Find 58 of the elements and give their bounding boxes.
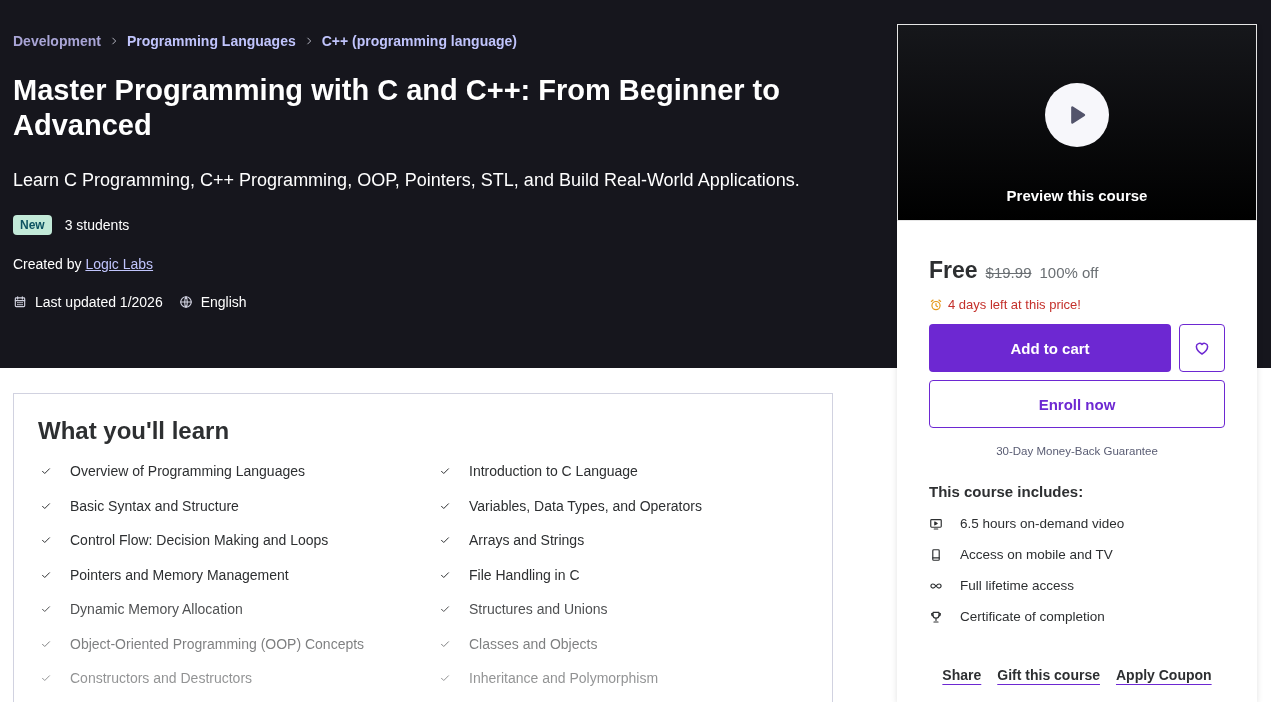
new-badge: New [13, 215, 52, 235]
video-preview[interactable]: Preview this course [897, 24, 1257, 221]
wishlist-button[interactable] [1179, 324, 1225, 372]
breadcrumb-link[interactable]: Programming Languages [126, 33, 296, 49]
action-link[interactable]: Gift this course [997, 667, 1100, 683]
check-icon [40, 534, 52, 546]
learning-outcome: Arrays and Strings [469, 531, 585, 550]
created-by-label: Created by [13, 256, 83, 272]
check-icon [40, 672, 52, 684]
deadline-notice: 4 days left at this price! [948, 297, 1081, 312]
calendar-icon [13, 295, 27, 309]
learning-outcome: Variables, Data Types, and Operators [469, 496, 702, 516]
check-icon [439, 603, 451, 615]
student-count: 3 students [64, 217, 130, 233]
learning-outcome: File Handling in C [469, 565, 580, 585]
learning-outcome: Inheritance and Polymorphism [469, 669, 659, 688]
included-feature: Full lifetime access [960, 577, 1075, 595]
check-icon [40, 603, 52, 615]
globe-icon [178, 295, 193, 309]
current-price: Free [929, 257, 978, 284]
check-icon [439, 534, 451, 546]
includes-heading: This course includes: [929, 483, 1085, 500]
learning-outcome: Basic Syntax and Structure [70, 496, 239, 516]
trophy-icon [929, 610, 943, 624]
breadcrumb-link[interactable]: C++ (programming language) [321, 33, 517, 49]
learning-outcome: Object-Oriented Programming (OOP) Concepts [70, 634, 365, 654]
preview-label: Preview this course [1006, 187, 1148, 204]
learning-outcome: Pointers and Memory Management [70, 565, 289, 585]
course-subtitle: Learn C Programming, C++ Programming, OOP, Pointers, STL, and Build Real-World Applications. [13, 169, 801, 192]
action-link[interactable]: Apply Coupon [1115, 667, 1212, 683]
check-icon [40, 465, 52, 477]
action-link[interactable]: Share [942, 667, 982, 683]
enroll-button[interactable]: Enroll now [929, 380, 1225, 428]
section-heading: What you'll learn [38, 417, 231, 445]
author-link[interactable]: Logic Labs [85, 256, 154, 272]
learning-outcome: Structures and Unions [469, 600, 608, 619]
course-language: English [200, 294, 247, 310]
included-feature: 6.5 hours on-demand video [960, 515, 1125, 533]
learning-outcome: Dynamic Memory Allocation [70, 600, 243, 619]
course-title: Master Programming with C and C++: From Beginner to Advanced [13, 73, 781, 143]
discount-percent: 100% off [1039, 264, 1099, 281]
learning-outcome: Overview of Programming Languages [70, 462, 305, 481]
last-updated: Last updated 1/2026 [35, 294, 163, 310]
included-feature: Access on mobile and TV [960, 546, 1113, 564]
learning-outcome: Control Flow: Decision Making and Loops [70, 531, 329, 550]
check-icon [439, 465, 451, 477]
guarantee-note: 30-Day Money-Back Guarantee [995, 445, 1159, 457]
learning-outcome: Classes and Objects [469, 634, 598, 654]
check-icon [439, 672, 451, 684]
alarm-clock-icon [929, 297, 943, 312]
add-to-cart-button[interactable]: Add to cart [929, 324, 1171, 372]
learning-outcome: Constructors and Destructors [70, 669, 253, 688]
phone-icon [929, 548, 943, 562]
video-icon [929, 517, 943, 531]
original-price: $19.99 [985, 264, 1032, 281]
included-feature: Certificate of completion [960, 608, 1105, 626]
learning-outcome: Introduction to C Language [469, 462, 638, 481]
breadcrumb-link[interactable]: Development [13, 33, 101, 49]
